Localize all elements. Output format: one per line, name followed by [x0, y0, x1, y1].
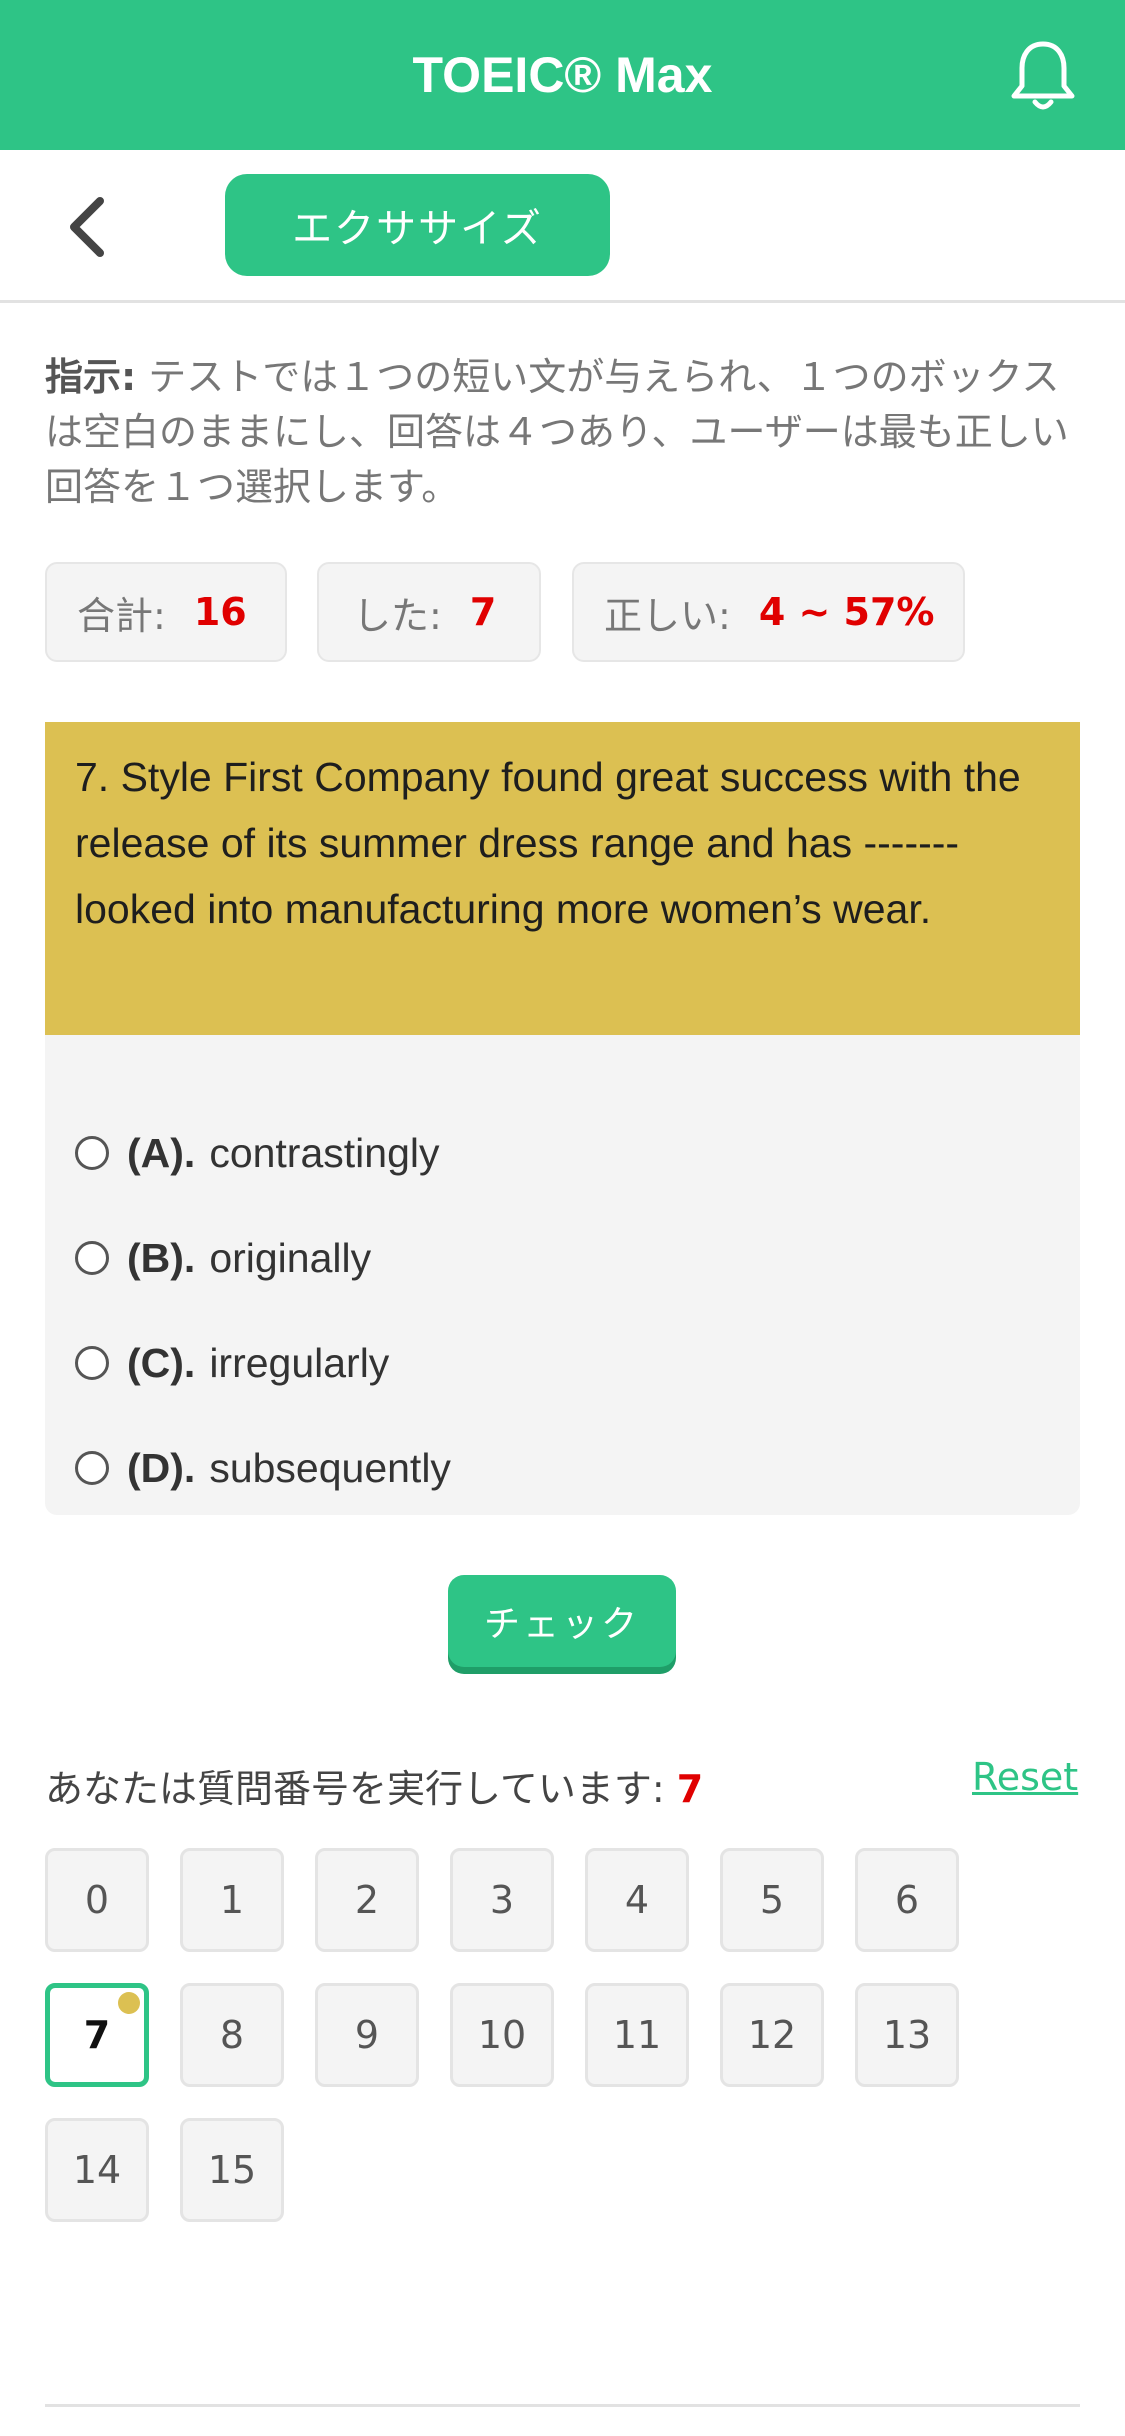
radio-icon[interactable] [75, 1451, 109, 1485]
option-letter: (D). [127, 1444, 196, 1491]
radio-icon[interactable] [75, 1346, 109, 1380]
reset-link[interactable]: Reset [972, 1755, 1078, 1799]
question-text: 7. Style First Company found great succe… [45, 722, 1080, 1035]
current-question-number: 7 [676, 1767, 704, 1811]
option-text: subsequently [209, 1444, 451, 1491]
radio-icon[interactable] [75, 1241, 109, 1275]
instructions-label: 指示: [45, 355, 137, 399]
check-button[interactable]: チェック [448, 1575, 676, 1667]
chevron-left-icon[interactable] [60, 195, 120, 260]
question-number-button[interactable]: 3 [450, 1848, 554, 1952]
question-number-button[interactable]: 2 [315, 1848, 419, 1952]
stat-correct-value: 4 ~ 57% [758, 590, 935, 634]
question-number-button[interactable]: 13 [855, 1983, 959, 2087]
question-number-button[interactable]: 10 [450, 1983, 554, 2087]
question-number-button[interactable]: 1 [180, 1848, 284, 1952]
stat-done-value: 7 [469, 590, 497, 634]
stat-done-label: した: [353, 593, 442, 638]
option-letter: (B). [127, 1234, 196, 1281]
question-number-button[interactable]: 4 [585, 1848, 689, 1952]
option-letter: (C). [127, 1339, 196, 1386]
status-dot-icon [118, 1992, 140, 2014]
question-number-button[interactable]: 0 [45, 1848, 149, 1952]
current-question-label: あなたは質問番号を実行しています: 7 [45, 1758, 703, 1813]
question-number-button[interactable]: 5 [720, 1848, 824, 1952]
option-b[interactable]: (B). originally [75, 1228, 371, 1288]
option-d[interactable]: (D). subsequently [75, 1438, 451, 1498]
question-number-button[interactable]: 9 [315, 1983, 419, 2087]
answer-options: (A). contrastingly (B). originally (C). … [45, 1035, 1080, 1515]
instructions-text: テストでは１つの短い文が与えられ、１つのボックスは空白のままにし、回答は４つあり… [45, 355, 1069, 509]
option-text: originally [209, 1234, 372, 1281]
stat-total-label: 合計: [77, 593, 166, 638]
option-text: irregularly [209, 1339, 390, 1386]
app-header: TOEIC® Max [0, 0, 1125, 150]
sub-navigation-bar: エクササイズ [0, 150, 1125, 303]
question-number-button-current[interactable]: 7 [45, 1983, 149, 2087]
stat-done: した: 7 [317, 562, 541, 662]
option-c[interactable]: (C). irregularly [75, 1333, 389, 1393]
bell-icon[interactable] [1008, 38, 1078, 114]
question-number-button[interactable]: 15 [180, 2118, 284, 2222]
radio-icon[interactable] [75, 1136, 109, 1170]
stat-correct: 正しい: 4 ~ 57% [572, 562, 965, 662]
app-title: TOEIC® Max [412, 47, 713, 103]
stat-total-value: 16 [193, 590, 247, 634]
stat-total: 合計: 16 [45, 562, 287, 662]
question-number-button[interactable]: 11 [585, 1983, 689, 2087]
option-letter: (A). [127, 1129, 196, 1176]
question-number-label: 7 [83, 2013, 111, 2057]
question-number-button[interactable]: 12 [720, 1983, 824, 2087]
divider [45, 2404, 1080, 2407]
instructions: 指示: テストでは１つの短い文が与えられ、１つのボックスは空白のままにし、回答は… [45, 350, 1075, 515]
question-number-button[interactable]: 6 [855, 1848, 959, 1952]
current-question-text: あなたは質問番号を実行しています: [45, 1767, 665, 1811]
tab-exercise[interactable]: エクササイズ [225, 174, 610, 276]
question-number-button[interactable]: 8 [180, 1983, 284, 2087]
question-number-button[interactable]: 14 [45, 2118, 149, 2222]
option-text: contrastingly [209, 1129, 440, 1176]
stat-correct-label: 正しい: [604, 593, 731, 638]
option-a[interactable]: (A). contrastingly [75, 1123, 439, 1183]
